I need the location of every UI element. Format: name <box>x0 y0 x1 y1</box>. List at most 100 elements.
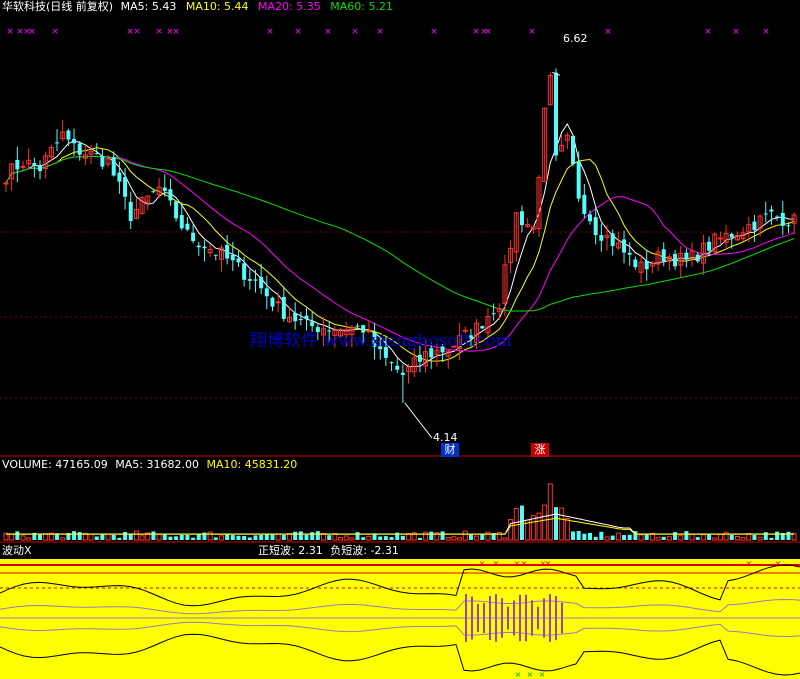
candle-body-up <box>3 182 9 185</box>
volume-bar-up <box>564 518 570 541</box>
volume-bar-up <box>26 537 32 541</box>
vol-ma10-value: 45831.20 <box>244 458 298 471</box>
volume-bar-down <box>270 534 275 540</box>
candle-body-down <box>100 156 105 167</box>
candle-body-down <box>225 245 230 259</box>
volume-bar-up <box>139 535 145 541</box>
candle-body-down <box>622 239 627 253</box>
candle-body-down <box>780 212 785 226</box>
stock-name: 华软科技(日线 前复权) <box>2 0 114 13</box>
volume-bar-down <box>775 531 780 540</box>
volume-bar-up <box>9 533 15 541</box>
vol-ma5-value: 31682.00 <box>146 458 200 471</box>
volume-bar-up <box>655 536 661 541</box>
signal-marker: × <box>376 27 384 37</box>
candle-body-down <box>213 254 218 256</box>
oscillator-background <box>0 559 800 679</box>
osc-signal-bottom: × <box>515 670 522 679</box>
low-pointer <box>404 402 433 439</box>
volume-bar-up <box>105 533 111 541</box>
candle-body-down <box>174 201 179 219</box>
signal-marker: × <box>762 27 770 37</box>
candle-body-down <box>576 161 581 199</box>
volume-bar-up <box>451 536 457 541</box>
osc-signal-top: × <box>479 559 486 568</box>
candle-body-down <box>32 163 37 166</box>
volume-bar-up <box>678 535 684 541</box>
volume-bar-down <box>661 536 666 540</box>
volume-bar-down <box>361 537 366 540</box>
signal-marker: × <box>484 27 492 37</box>
candle-body-down <box>242 263 247 280</box>
candle-body-down <box>355 325 360 327</box>
candle-body-down <box>763 213 768 215</box>
volume-bar-up <box>542 504 548 541</box>
osc-signal-top: × <box>775 559 782 568</box>
volume-bar-down <box>151 531 156 540</box>
candle-body-down <box>128 201 133 222</box>
candle-body-down <box>236 258 241 263</box>
watermark: 翔博软件 www.xiangbosoft.com <box>250 331 512 351</box>
volume-bar-up <box>547 483 553 541</box>
volume-bar-up <box>343 535 349 541</box>
candle-body-down <box>185 223 190 230</box>
pos-wave-label: 正短波: <box>258 544 295 557</box>
volume-bar-down <box>298 531 303 540</box>
volume-bar-down <box>383 536 388 540</box>
volume-bar-down <box>168 536 173 540</box>
volume-bar-down <box>242 535 247 540</box>
main-header: 华软科技(日线 前复权) MA5: 5.43 MA10: 5.44 MA20: … <box>2 0 393 14</box>
candle-body-down <box>253 279 258 281</box>
volume-bar-down <box>519 505 524 540</box>
volume-value: 47165.09 <box>55 458 108 471</box>
volume-bar-down <box>77 532 82 540</box>
volume-bar-down <box>582 533 587 540</box>
candle-body-down <box>168 189 173 201</box>
candle-body-down <box>270 297 275 307</box>
volume-bar-down <box>196 534 201 540</box>
ma10-value: 5.44 <box>224 0 249 13</box>
candle-body-down <box>775 216 780 218</box>
volume-bar-up <box>88 533 94 541</box>
volume-bar-up <box>423 531 429 541</box>
volume-bar-up <box>757 536 763 541</box>
candle-body-down <box>599 235 604 241</box>
volume-bar-down <box>627 534 632 540</box>
volume-bar-up <box>717 533 723 541</box>
candle-body-down <box>695 254 700 262</box>
signal-marker: × <box>6 27 14 37</box>
pos-wave-value: 2.31 <box>298 544 323 557</box>
volume-bar-down <box>259 534 264 540</box>
candle-body-down <box>15 159 20 170</box>
ma20-value: 5.35 <box>296 0 321 13</box>
ma5-value: 5.43 <box>151 0 177 13</box>
volume-bar-up <box>740 537 746 541</box>
volume-bar-down <box>752 534 757 540</box>
volume-bar-up <box>689 533 695 541</box>
candle-body-down <box>627 252 632 255</box>
volume-bar-down <box>599 531 604 540</box>
candle-body-down <box>786 225 791 227</box>
volume-bar-down <box>417 537 422 540</box>
signal-marker: × <box>324 27 332 37</box>
volume-bar-down <box>230 535 235 540</box>
signal-marker: × <box>133 27 141 37</box>
candle-body-down <box>304 315 309 319</box>
osc-signal-top: × <box>514 559 521 568</box>
signal-marker: × <box>172 27 180 37</box>
badge-zhang: 涨 <box>531 443 549 457</box>
volume-bar-down <box>429 531 434 540</box>
candle-body-down <box>196 245 201 248</box>
candle-body-down <box>66 130 71 140</box>
candle-body-down <box>38 164 43 172</box>
volume-bar-up <box>349 537 355 541</box>
indicator-name: 波动X <box>2 544 32 557</box>
ma10-label: MA10: <box>185 0 221 13</box>
osc-signal-top: × <box>545 559 552 568</box>
volume-bar-down <box>304 534 309 540</box>
volume-bar-down <box>355 532 360 540</box>
candle-body-down <box>94 153 99 155</box>
volume-bar-up <box>615 532 621 541</box>
vol-ma10-label: MA10: <box>206 458 242 471</box>
volume-bar-down <box>236 535 241 540</box>
